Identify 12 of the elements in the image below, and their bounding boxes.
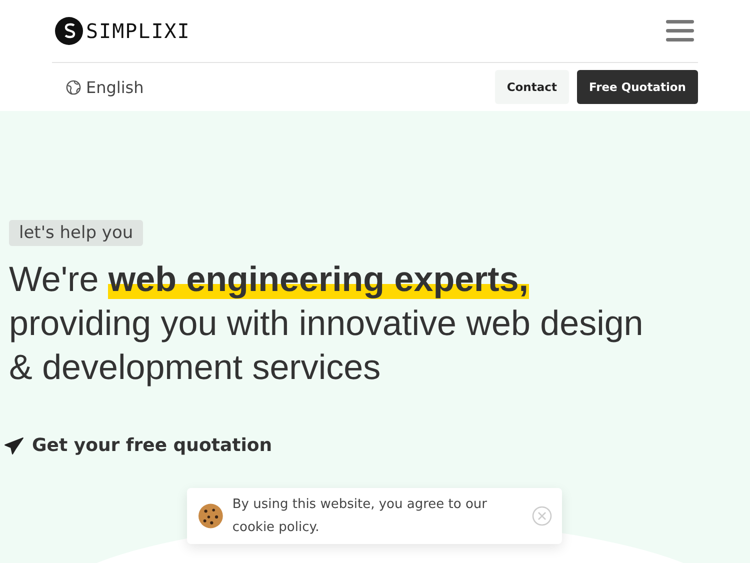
quotation-button[interactable]: Free Quotation xyxy=(576,70,698,104)
logo-icon xyxy=(55,17,83,45)
language-selector[interactable]: English xyxy=(86,78,144,96)
globe-icon[interactable] xyxy=(66,80,81,94)
contact-button[interactable]: Contact xyxy=(494,70,569,104)
paper-plane-icon xyxy=(4,436,24,454)
menu-icon[interactable] xyxy=(666,19,694,43)
cookie-icon xyxy=(198,503,224,529)
tagline-badge: let's help you xyxy=(9,220,144,246)
logo-text[interactable]: SIMPLIXI xyxy=(86,19,190,43)
quotation-link[interactable]: Get your free quotation xyxy=(32,435,272,456)
cookie-notice-text: By using this website, you agree to our cookie policy. xyxy=(232,496,488,537)
